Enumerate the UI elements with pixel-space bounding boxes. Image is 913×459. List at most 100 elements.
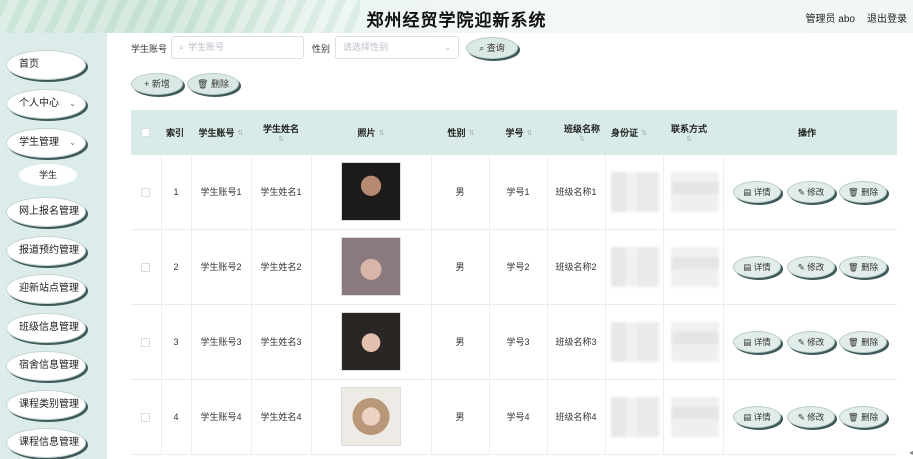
cell-index: 3 (173, 337, 179, 347)
sort-icon: ⇅ (278, 136, 284, 143)
row-checkbox[interactable] (141, 263, 150, 272)
chevron-down-icon: ⌄ (444, 43, 451, 52)
edit-button[interactable]: ✎ 修改 (787, 256, 835, 278)
student-photo (341, 237, 401, 296)
cell-account: 学生账号4 (200, 412, 242, 422)
sidebar-item-class-info[interactable]: 班级信息管理 (6, 313, 86, 343)
sort-icon: ⇅ (526, 129, 533, 137)
cell-id-card-blurred (611, 247, 659, 287)
pencil-icon: ✎ (797, 262, 808, 272)
select-all-checkbox[interactable] (141, 128, 150, 137)
edit-button[interactable]: ✎ 修改 (787, 406, 835, 428)
detail-button[interactable]: ▤ 详情 (733, 256, 781, 278)
batch-delete-button[interactable]: 🗑 删除 (187, 73, 239, 95)
gender-label: 性别 (312, 44, 331, 54)
sidebar-item-welcome-station[interactable]: 迎新站点管理 (6, 274, 86, 304)
column-header-name[interactable]: 学生姓名 ⇅ (253, 110, 309, 155)
search-icon: ⌕ (179, 42, 185, 52)
add-button[interactable]: + 新增 (131, 73, 183, 95)
sidebar-item-course-info[interactable]: 课程信息管理 (6, 428, 86, 458)
sidebar-item-online-registration[interactable]: 网上报名管理 (6, 197, 86, 227)
sidebar-item-student-management[interactable]: 学生管理 ⌄ (6, 128, 86, 158)
account-label: 学生账号 (131, 44, 168, 54)
row-checkbox[interactable] (141, 413, 150, 422)
chevron-down-icon: ⌄ (69, 138, 76, 147)
row-checkbox[interactable] (141, 338, 150, 347)
scroll-left-icon[interactable]: ◂ (909, 448, 913, 457)
query-button[interactable]: ⌕ 查询 (466, 37, 518, 59)
edit-button[interactable]: ✎ 修改 (787, 181, 835, 203)
search-icon: ⌕ (479, 43, 485, 53)
delete-button[interactable]: 🗑 删除 (839, 406, 887, 428)
delete-button[interactable]: 🗑 删除 (839, 331, 887, 353)
top-header: 郑州经贸学院迎新系统 管理员 abo 退出登录 (0, 0, 913, 33)
gender-select[interactable]: 请选择性别 ⌄ (335, 36, 459, 59)
sort-icon: ⇅ (641, 129, 647, 137)
cell-account: 学生账号1 (200, 187, 242, 197)
column-header-index: 索引 (165, 128, 184, 138)
sidebar-item-home[interactable]: 首页 (6, 50, 86, 80)
trash-icon: 🗑 (847, 412, 862, 422)
cell-student-no: 学号3 (506, 337, 530, 347)
cell-contact-blurred (671, 322, 719, 362)
column-header-student-no[interactable]: 学号 ⇅ (491, 110, 547, 155)
sort-icon: ⇅ (686, 136, 692, 143)
detail-button[interactable]: ▤ 详情 (733, 406, 781, 428)
cell-account: 学生账号3 (200, 337, 242, 347)
cell-class-name: 班级名称3 (555, 337, 597, 347)
sort-icon: ⇅ (579, 136, 585, 143)
detail-button[interactable]: ▤ 详情 (733, 331, 781, 353)
sidebar-item-personal-center[interactable]: 个人中心 ⌄ (6, 89, 86, 119)
column-header-contact[interactable]: 联系方式 ⇅ (661, 110, 717, 155)
cell-class-name: 班级名称4 (555, 412, 597, 422)
cell-gender: 男 (455, 187, 465, 197)
current-user-label: 管理员 abo (805, 14, 855, 25)
sidebar-item-label: 网上报名管理 (19, 206, 79, 217)
cell-id-card-blurred (611, 397, 659, 437)
sidebar-item-label: 个人中心 (19, 98, 59, 109)
cell-id-card-blurred (611, 172, 659, 212)
sidebar-item-label: 班级信息管理 (19, 322, 79, 333)
column-header-gender[interactable]: 性别 ⇅ (433, 110, 489, 155)
sidebar-item-check-in-appointment[interactable]: 报道预约管理 (6, 236, 86, 266)
delete-button-label: 删除 (210, 79, 229, 89)
query-button-label: 查询 (486, 43, 505, 53)
delete-button[interactable]: 🗑 删除 (839, 181, 887, 203)
logout-link[interactable]: 退出登录 (867, 10, 907, 25)
column-header-photo[interactable]: 照片 ⇅ (311, 110, 431, 155)
cell-contact-blurred (671, 247, 719, 287)
sort-icon: ⇅ (237, 129, 244, 137)
document-icon: ▤ (743, 262, 754, 272)
chevron-down-icon: ⌄ (69, 99, 76, 108)
cell-id-card-blurred (611, 322, 659, 362)
cell-index: 2 (173, 262, 179, 272)
cell-student-no: 学号4 (506, 412, 530, 422)
add-button-label: 新增 (151, 79, 170, 89)
document-icon: ▤ (743, 187, 754, 197)
document-icon: ▤ (743, 337, 754, 347)
gender-placeholder: 请选择性别 (343, 42, 389, 52)
sidebar-item-label: 课程信息管理 (19, 437, 79, 448)
pencil-icon: ✎ (797, 187, 808, 197)
sidebar-item-label: 课程类别管理 (19, 399, 79, 410)
cell-name: 学生姓名4 (260, 412, 302, 422)
delete-button[interactable]: 🗑 删除 (839, 256, 887, 278)
row-checkbox[interactable] (141, 188, 150, 197)
table-row: 3 学生账号3 学生姓名3 男 学号3 班级名称3 ▤ 详情 ✎ 修改 🗑 删除 (131, 305, 897, 380)
sidebar-item-label: 宿舍信息管理 (19, 360, 79, 371)
sidebar-item-course-category[interactable]: 课程类别管理 (6, 390, 86, 420)
sidebar-item-label: 首页 (19, 59, 39, 70)
sidebar-subitem-student[interactable]: 学生 (19, 164, 77, 186)
edit-button[interactable]: ✎ 修改 (787, 331, 835, 353)
sidebar-item-dorm-info[interactable]: 宿舍信息管理 (6, 351, 86, 381)
cell-class-name: 班级名称1 (555, 187, 597, 197)
trash-icon: 🗑 (847, 187, 862, 197)
detail-button[interactable]: ▤ 详情 (733, 181, 781, 203)
column-header-id-card[interactable]: 身份证 ⇅ (605, 110, 653, 155)
cell-name: 学生姓名1 (260, 187, 302, 197)
account-search-input[interactable]: ⌕ 学生账号 (171, 36, 304, 59)
column-header-account[interactable]: 学生账号 ⇅ (191, 110, 251, 155)
plus-icon: + (144, 79, 150, 89)
cell-gender: 男 (455, 262, 465, 272)
table-row: 2 学生账号2 学生姓名2 男 学号2 班级名称2 ▤ 详情 ✎ 修改 🗑 删除 (131, 230, 897, 305)
